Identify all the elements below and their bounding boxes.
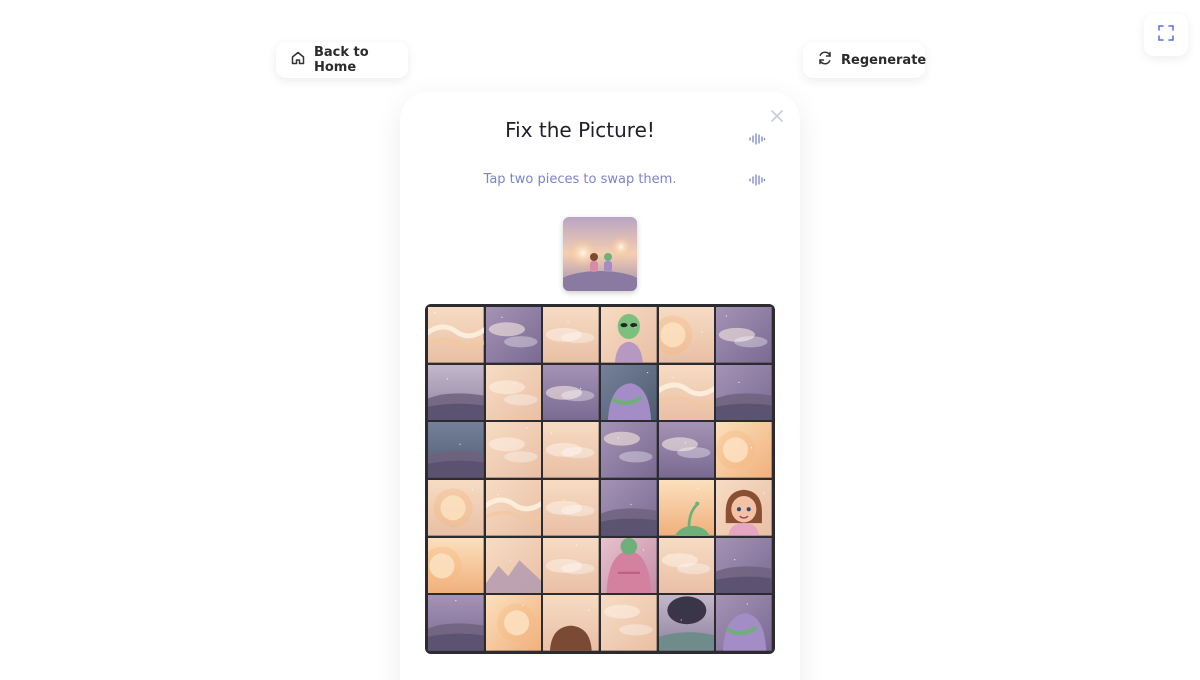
puzzle-tile[interactable] (543, 307, 599, 363)
puzzle-tile[interactable] (543, 364, 599, 421)
puzzle-title: Fix the Picture! (505, 118, 655, 142)
puzzle-tile[interactable] (601, 364, 657, 421)
puzzle-tile[interactable] (428, 480, 484, 536)
puzzle-tile[interactable] (543, 595, 599, 651)
puzzle-tile[interactable] (543, 537, 599, 594)
puzzle-tile[interactable] (485, 480, 542, 536)
puzzle-tile[interactable] (658, 422, 715, 478)
puzzle-tile[interactable] (716, 537, 772, 594)
audio-wave-icon[interactable] (748, 171, 766, 189)
puzzle-tile[interactable] (716, 422, 772, 478)
back-to-home-label: Back to Home (314, 45, 369, 75)
puzzle-tile[interactable] (716, 307, 772, 363)
puzzle-card: Fix the Picture! Tap two pieces to swap … (400, 92, 800, 680)
puzzle-tile[interactable] (658, 364, 715, 421)
puzzle-board (425, 304, 775, 654)
puzzle-screen: Back to Home Regenerate Fix the Picture!… (0, 0, 1200, 680)
puzzle-tile[interactable] (658, 595, 715, 651)
puzzle-tile[interactable] (601, 537, 657, 594)
puzzle-tile[interactable] (428, 422, 484, 478)
puzzle-tile[interactable] (716, 480, 772, 536)
reference-image (563, 217, 637, 291)
refresh-icon (817, 50, 833, 70)
puzzle-tile[interactable] (601, 422, 657, 478)
close-icon[interactable] (769, 108, 785, 124)
puzzle-tile[interactable] (601, 480, 657, 536)
puzzle-tile[interactable] (658, 480, 715, 536)
fullscreen-button[interactable] (1144, 14, 1188, 56)
puzzle-tile[interactable] (601, 307, 657, 363)
puzzle-tile[interactable] (543, 480, 599, 536)
puzzle-tile[interactable] (601, 595, 657, 651)
puzzle-tile[interactable] (485, 364, 542, 421)
audio-wave-icon[interactable] (748, 130, 766, 148)
puzzle-tile[interactable] (485, 422, 542, 478)
puzzle-tile[interactable] (543, 422, 599, 478)
regenerate-label: Regenerate (841, 52, 927, 68)
fullscreen-icon (1158, 25, 1174, 45)
puzzle-tile[interactable] (428, 364, 484, 421)
puzzle-tile[interactable] (658, 307, 715, 363)
puzzle-tile[interactable] (658, 537, 715, 594)
puzzle-tile[interactable] (716, 595, 772, 651)
home-icon (290, 50, 306, 70)
back-to-home-button[interactable]: Back to Home (276, 42, 408, 78)
puzzle-tile[interactable] (716, 364, 772, 421)
puzzle-tile[interactable] (485, 307, 542, 363)
instruction-text: Tap two pieces to swap them. (483, 172, 677, 187)
puzzle-tile[interactable] (485, 595, 542, 651)
puzzle-tile[interactable] (485, 537, 542, 594)
puzzle-tile[interactable] (428, 307, 484, 363)
puzzle-tile[interactable] (428, 595, 484, 651)
puzzle-tile[interactable] (428, 537, 484, 594)
regenerate-button[interactable]: Regenerate (803, 42, 927, 78)
